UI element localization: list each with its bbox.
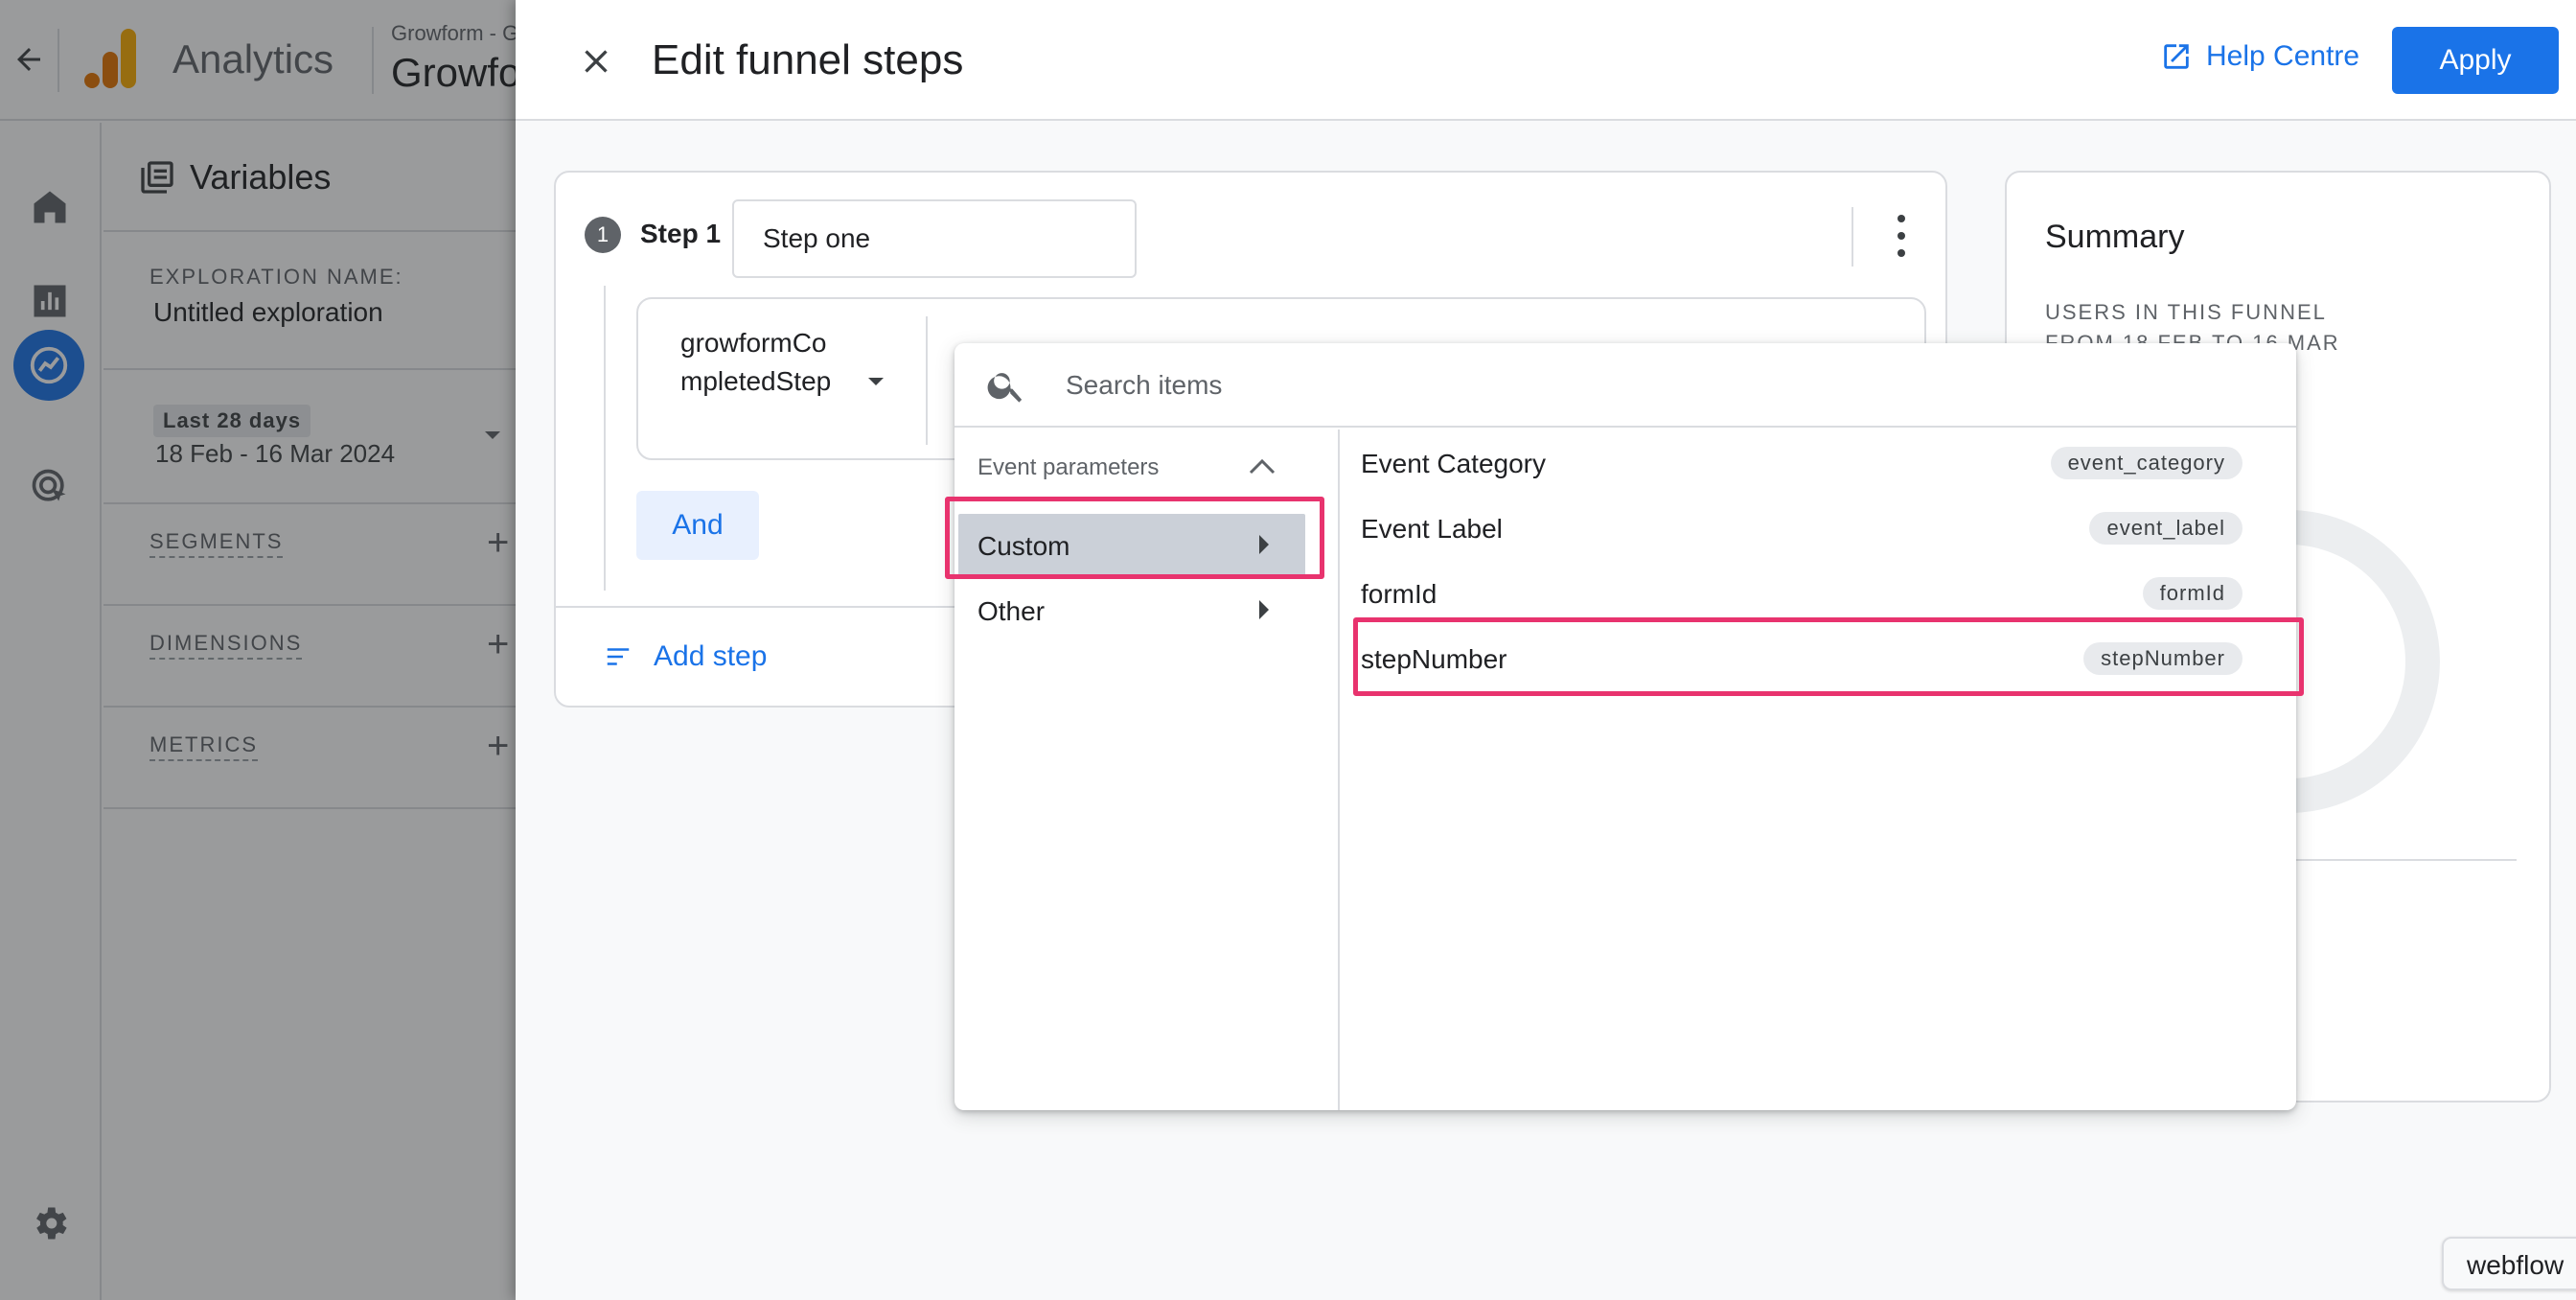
parameter-api-tag: event_label (2089, 512, 2242, 545)
parameter-item-event-category[interactable]: Event Category event_category (1342, 429, 2296, 495)
add-step-label: Add step (654, 640, 768, 672)
chevron-right-icon (1259, 535, 1269, 554)
apply-button[interactable]: Apply (2392, 27, 2559, 94)
category-item-label: Other (978, 596, 1046, 626)
parameter-name: formId (1361, 579, 1438, 609)
event-name-selector[interactable]: growformCompletedStep (680, 324, 834, 401)
category-column: Event parameters Custom Other (954, 429, 1340, 1110)
add-step-icon (607, 648, 630, 665)
panel-header: Edit funnel steps Help Centre Apply (516, 0, 2576, 121)
step-tree-line (604, 286, 606, 591)
step-more-options-icon[interactable] (1892, 215, 1911, 257)
help-centre-label: Help Centre (2206, 40, 2360, 72)
parameter-api-tag: event_category (2050, 447, 2242, 479)
chevron-right-icon (1259, 600, 1269, 619)
category-header[interactable]: Event parameters (978, 454, 1159, 481)
category-item-other[interactable]: Other (954, 579, 1338, 642)
parameter-list: Event Category event_category Event Labe… (1342, 429, 2296, 1110)
parameter-name: stepNumber (1361, 644, 1507, 674)
parameter-api-tag: formId (2142, 577, 2242, 610)
parameter-name: Event Label (1361, 514, 1503, 544)
dropdown-search-row (954, 343, 2296, 428)
step-number-badge: 1 (585, 217, 621, 253)
parameter-item-stepnumber[interactable]: stepNumber stepNumber (1342, 625, 2296, 690)
webflow-badge[interactable]: webflow (2442, 1237, 2576, 1290)
parameter-api-tag: stepNumber (2083, 642, 2242, 675)
event-dropdown-caret-icon[interactable] (868, 378, 884, 385)
divider (1852, 207, 1853, 267)
chevron-up-icon[interactable] (1248, 456, 1276, 476)
open-in-new-icon (2164, 44, 2189, 69)
divider (926, 316, 928, 445)
add-step-button[interactable]: Add step (604, 640, 767, 673)
search-icon (987, 373, 1023, 403)
summary-title: Summary (2045, 219, 2185, 255)
step-label: Step 1 (640, 219, 722, 248)
parameter-item-formid[interactable]: formId formId (1342, 560, 2296, 625)
search-items-input[interactable] (1066, 360, 2024, 410)
close-icon (585, 50, 608, 73)
step-name-input[interactable] (732, 199, 1137, 278)
panel-title: Edit funnel steps (652, 36, 964, 83)
category-item-label: Custom (978, 531, 1070, 561)
help-centre-link[interactable]: Help Centre (2160, 40, 2359, 73)
parameter-item-event-label[interactable]: Event Label event_label (1342, 495, 2296, 560)
and-button[interactable]: And (636, 491, 759, 560)
category-item-custom[interactable]: Custom (954, 514, 1338, 577)
modal-scrim[interactable] (0, 0, 518, 1300)
close-button[interactable] (569, 35, 623, 88)
parameter-name: Event Category (1361, 449, 1546, 478)
summary-subtitle-line1: USERS IN THIS FUNNEL (2045, 300, 2327, 324)
event-parameter-dropdown: Event parameters Custom Other Event Cate… (954, 343, 2296, 1110)
